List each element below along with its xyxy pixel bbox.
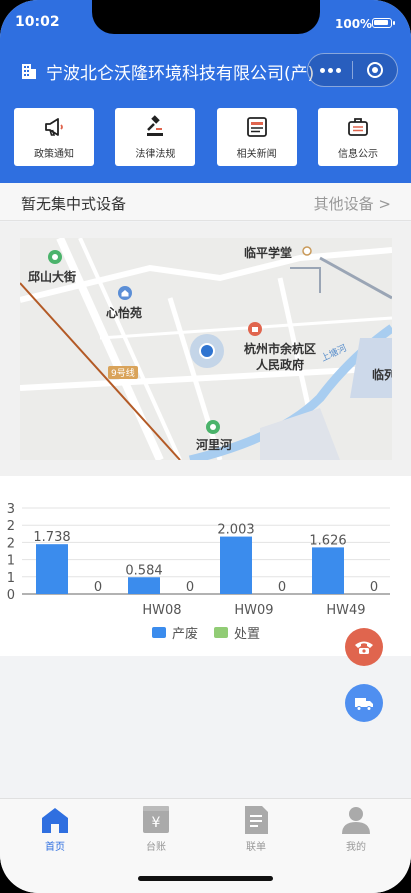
battery-icon xyxy=(372,18,395,28)
quick-link-law[interactable]: 法律法规 xyxy=(115,108,196,166)
y-tick-label: 2 xyxy=(7,536,15,551)
more-dots-icon xyxy=(319,67,325,73)
bar-produced xyxy=(312,547,344,594)
legend-label: 处置 xyxy=(234,627,260,642)
tab-profile[interactable]: 我的 xyxy=(326,804,386,853)
government-poi-icon xyxy=(248,322,262,336)
quick-link-label: 相关新闻 xyxy=(236,148,277,160)
miniprogram-capsule xyxy=(307,53,398,87)
gavel-icon xyxy=(147,114,164,136)
legend-swatch xyxy=(214,627,228,638)
legend-swatch xyxy=(152,627,166,638)
news-icon xyxy=(246,116,267,137)
other-devices-link[interactable]: 其他设备 > xyxy=(314,193,391,214)
y-tick-label: 1 xyxy=(7,571,15,586)
transport-button[interactable] xyxy=(345,684,383,722)
building-icon xyxy=(22,64,36,79)
map-label-qiushan: 邱山大街 xyxy=(28,270,77,284)
truck-icon xyxy=(355,698,373,711)
status-time: 10:02 xyxy=(15,14,60,30)
legend-label: 产废 xyxy=(172,626,198,642)
home-indicator xyxy=(138,876,273,881)
home-icon xyxy=(42,808,68,833)
school-poi-icon xyxy=(302,246,312,256)
y-tick-label: 1 xyxy=(7,554,15,569)
close-circle-icon xyxy=(367,62,383,78)
bar-value-label: 1.738 xyxy=(33,530,70,545)
map-section: 邱山大街 临平学堂 心怡苑 杭州市余杭区 人民政府 9号线 河里河 临列 上塘河 xyxy=(0,222,411,476)
quick-link-disclosure[interactable]: 信息公示 xyxy=(317,108,398,166)
tab-bar: 首页 ¥ 台账 联单 我的 xyxy=(0,798,411,893)
tab-label: 台账 xyxy=(146,842,166,853)
company-name: 宁波北仑沃隆环境科技有限公司(产) xyxy=(46,63,315,84)
quick-link-news[interactable]: 相关新闻 xyxy=(216,108,297,166)
device-status-title: 暂无集中式设备 xyxy=(21,195,127,213)
metro-line-badge: 9号线 xyxy=(108,366,138,379)
tab-label: 联单 xyxy=(246,842,266,853)
tab-manifest[interactable]: 联单 xyxy=(226,804,286,853)
quick-link-label: 政策通知 xyxy=(34,148,74,160)
tab-label: 首页 xyxy=(45,842,65,853)
tab-label: 我的 xyxy=(346,842,366,853)
ledger-icon: ¥ xyxy=(143,806,169,833)
briefcase-icon xyxy=(348,117,368,136)
bar-value-label: 0 xyxy=(94,580,102,595)
bar-value-label: 1.626 xyxy=(309,533,346,548)
y-tick-label: 2 xyxy=(7,519,15,534)
quick-link-label: 法律法规 xyxy=(135,148,176,160)
map-label-heli: 河里河 xyxy=(196,438,233,452)
y-tick-label: 3 xyxy=(7,502,15,517)
x-category-label: HW08 xyxy=(142,603,181,618)
map-label-linping: 临平学堂 xyxy=(244,246,293,260)
y-tick-label: 0 xyxy=(7,588,15,603)
megaphone-icon xyxy=(45,117,63,136)
close-miniprogram-button[interactable] xyxy=(353,54,397,86)
bar-produced xyxy=(220,536,252,594)
bar-produced xyxy=(36,544,68,594)
map-label-gov-line1: 杭州市余杭区 xyxy=(244,342,317,356)
document-icon xyxy=(245,806,268,834)
bar-value-label: 0 xyxy=(370,580,378,595)
tab-home[interactable]: 首页 xyxy=(25,804,85,853)
bar-value-label: 0.584 xyxy=(125,563,162,578)
bar-value-label: 2.003 xyxy=(217,523,254,538)
residence-poi-icon xyxy=(118,286,132,300)
x-category-label: HW49 xyxy=(326,603,365,618)
current-location-marker xyxy=(190,334,224,368)
company-title-row: 宁波北仑沃隆环境科技有限公司(产) xyxy=(20,58,336,84)
phone-icon xyxy=(355,641,373,654)
bar-produced xyxy=(128,577,160,594)
user-icon xyxy=(342,807,370,834)
quick-link-label: 信息公示 xyxy=(337,148,378,160)
notch xyxy=(92,0,320,34)
park-poi-icon xyxy=(48,250,62,264)
call-button[interactable] xyxy=(345,628,383,666)
map-label-gov-line2: 人民政府 xyxy=(256,358,305,372)
device-row: 暂无集中式设备 其他设备 > xyxy=(0,183,411,221)
map-label-lin-edge: 临列 xyxy=(372,368,392,382)
bar-chart: 0 1 1 2 2 3 1.738 0 0.584 0 HW08 2.003 0 HW09 1.626 0 HW… xyxy=(7,502,390,642)
quick-link-policy[interactable]: 政策通知 xyxy=(14,108,94,166)
bar-value-label: 0 xyxy=(278,580,286,595)
battery-percentage: 100% xyxy=(335,17,373,31)
phone-screen: 10:02 100% 宁波北仑沃隆环境科技有限公司(产) 政策通知 法律法规 相… xyxy=(0,0,411,893)
svg-text:¥: ¥ xyxy=(152,815,161,831)
quick-links: 政策通知 法律法规 相关新闻 信息公示 xyxy=(14,108,398,166)
map-label-xinyi: 心怡苑 xyxy=(106,306,143,320)
header: 10:02 100% 宁波北仑沃隆环境科技有限公司(产) 政策通知 法律法规 相… xyxy=(0,0,411,183)
map-view[interactable]: 邱山大街 临平学堂 心怡苑 杭州市余杭区 人民政府 9号线 河里河 临列 上塘河 xyxy=(20,238,392,460)
park-poi-icon xyxy=(206,420,220,434)
more-menu-button[interactable] xyxy=(308,54,352,86)
bar-value-label: 0 xyxy=(186,580,194,595)
waste-chart: 0 1 1 2 2 3 1.738 0 0.584 0 HW08 2.003 0 HW09 1.626 0 HW… xyxy=(0,476,411,656)
x-category-label: HW09 xyxy=(234,603,273,618)
tab-ledger[interactable]: ¥ 台账 xyxy=(126,804,186,853)
